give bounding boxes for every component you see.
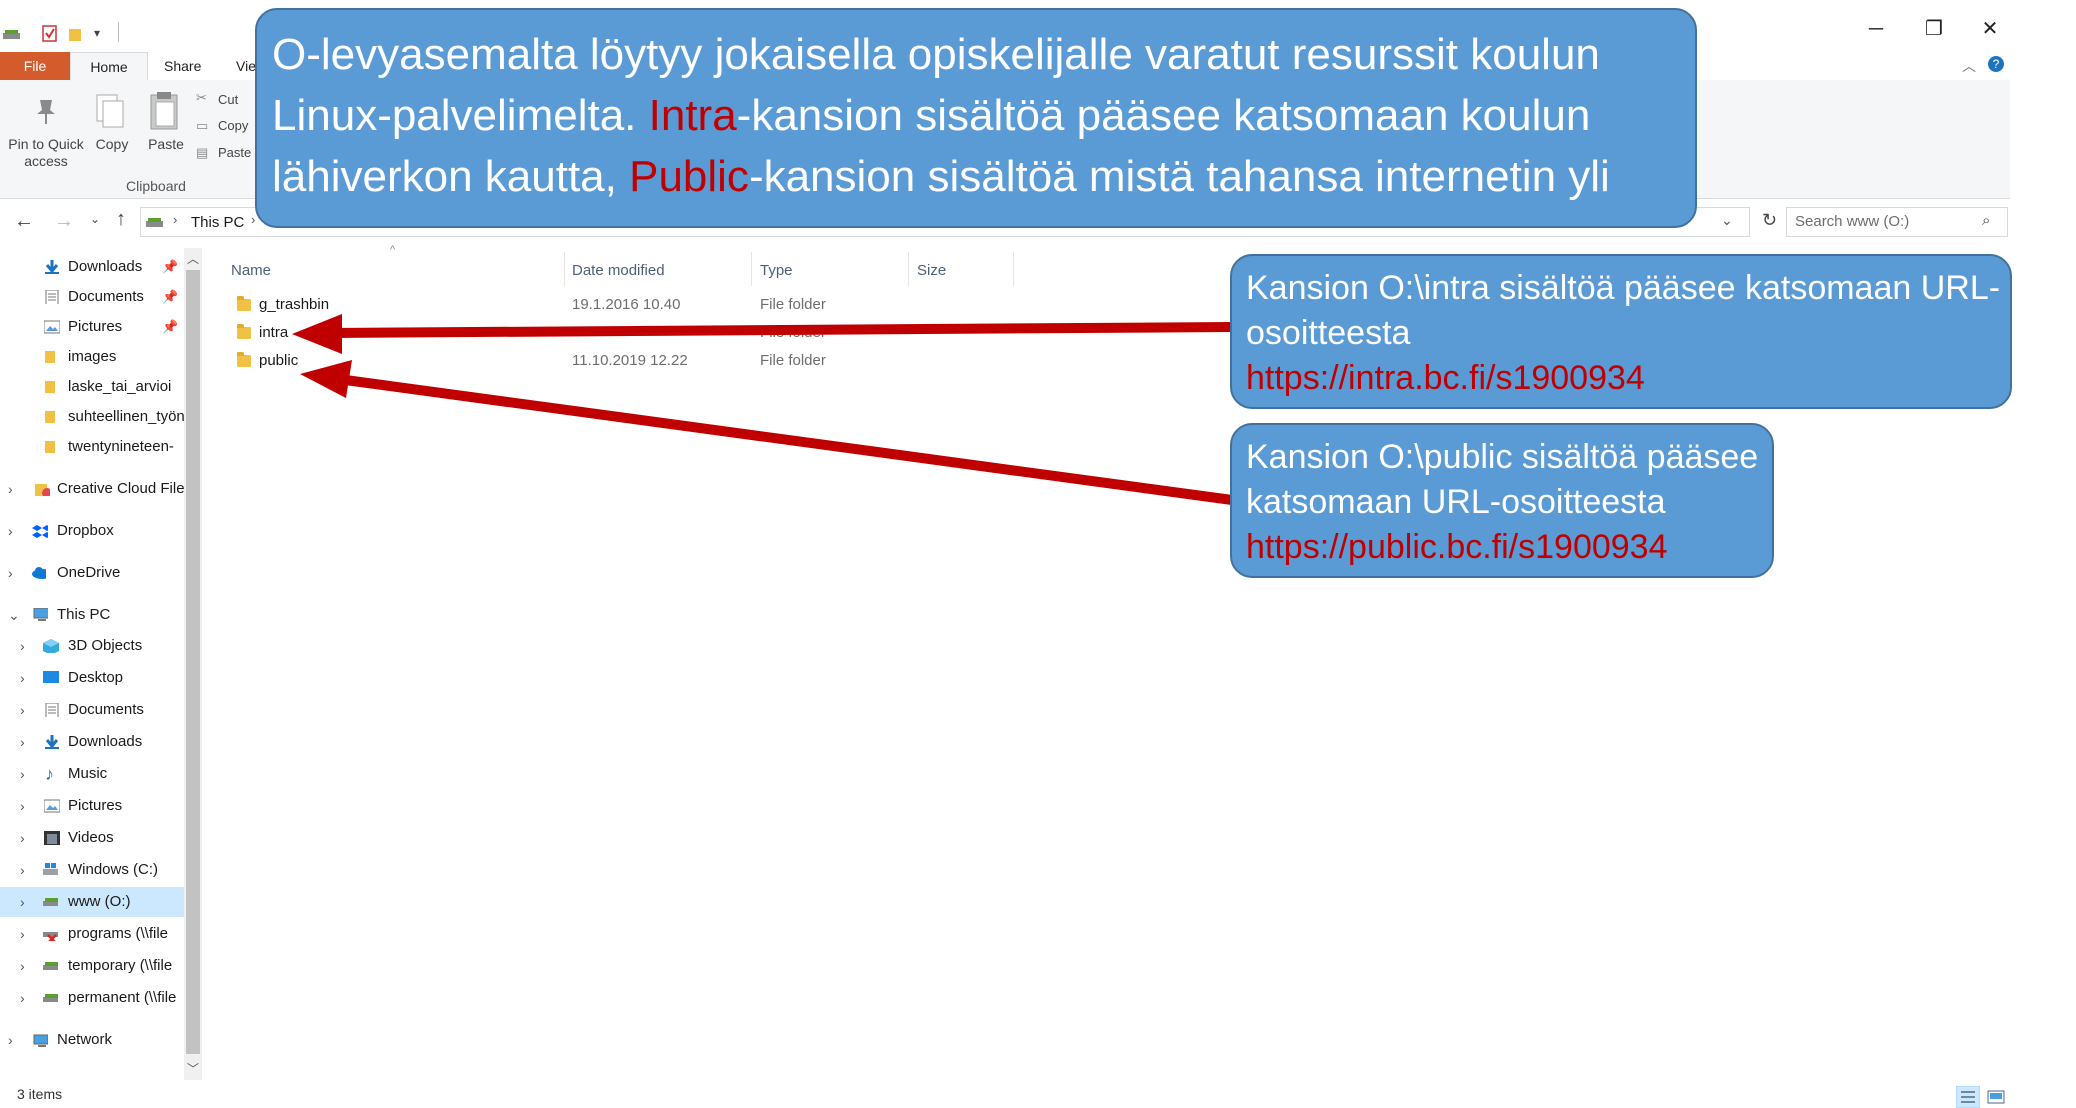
arrow-to-intra (329, 322, 1233, 338)
callout-intra-line1: Kansion O:\intra sisältöä pääsee katsoma… (1246, 269, 2001, 307)
callout-main-line3: lähiverkon kautta, Public-kansion sisält… (272, 146, 1695, 207)
callout-main-line1: O-levyasemalta löytyy jokaisella opiskel… (272, 30, 1600, 79)
callout-main: O-levyasemalta löytyy jokaisella opiskel… (255, 8, 1697, 228)
callout-intra: Kansion O:\intra sisältöä pääsee katsoma… (1230, 254, 2012, 409)
callout-highlight-public: Public (629, 152, 749, 201)
callout-text: -kansion sisältöä mistä tahansa internet… (748, 152, 1610, 201)
callout-text: lähiverkon kautta, (272, 152, 630, 201)
callout-public-line2: katsomaan URL-osoitteesta (1246, 483, 1666, 521)
callout-text: Linux-palvelimelta. (272, 91, 649, 140)
callout-intra-line2: osoitteesta (1246, 314, 1411, 352)
arrow-to-public (337, 374, 1233, 505)
callout-intra-url: https://intra.bc.fi/s1900934 (1246, 359, 1645, 397)
callout-main-line2: Linux-palvelimelta. Intra-kansion sisält… (272, 85, 1695, 146)
callout-public-url: https://public.bc.fi/s1900934 (1246, 528, 1668, 566)
arrowhead-public (300, 360, 352, 398)
callout-public: Kansion O:\public sisältöä pääsee katsom… (1230, 423, 1774, 578)
arrowhead-intra (292, 314, 342, 354)
callout-highlight-intra: Intra (648, 91, 737, 140)
callout-public-line1: Kansion O:\public sisältöä pääsee (1246, 438, 1759, 476)
callout-text: -kansion sisältöä pääsee katsomaan koulu… (736, 91, 1591, 140)
